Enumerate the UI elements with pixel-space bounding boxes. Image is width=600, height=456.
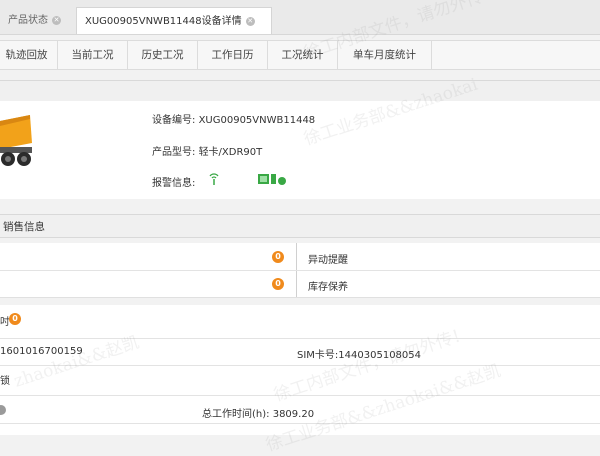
sim-row: SIM卡号:1440305108054	[297, 346, 421, 361]
nav-work-calendar[interactable]: 工作日历	[198, 41, 268, 69]
tab-label: XUG00905VNWB11448设备详情	[85, 16, 242, 27]
nav-track-replay[interactable]: 轨迹回放	[0, 41, 58, 69]
divider	[0, 395, 600, 396]
divider	[0, 270, 600, 271]
nav-current-status[interactable]: 当前工况	[58, 41, 128, 69]
signal-icon[interactable]	[208, 172, 220, 186]
partial-number: 1601016700159	[0, 346, 83, 357]
device-info-panel: 设备编号: XUG00905VNWB11448 产品型号: 轻卡/XDR90T …	[0, 101, 600, 199]
tab-product-status[interactable]: 产品状态 ✕	[0, 7, 72, 34]
sim-label: SIM卡号:	[297, 350, 339, 361]
inventory-maintenance-link[interactable]: 库存保养	[308, 278, 348, 293]
device-id-row: 设备编号: XUG00905VNWB11448	[152, 111, 315, 126]
model-row: 产品型号: 轻卡/XDR90T	[152, 143, 262, 158]
nav-monthly-statistics[interactable]: 单车月度统计	[338, 41, 432, 69]
sales-section-header: 销售信息	[0, 214, 600, 238]
count-badge: 0	[272, 251, 284, 263]
nav-status-statistics[interactable]: 工况统计	[268, 41, 338, 69]
alarm-label: 报警信息:	[152, 178, 196, 189]
close-icon[interactable]: ✕	[52, 15, 61, 25]
nav-history-status[interactable]: 历史工况	[128, 41, 198, 69]
model-label: 产品型号:	[152, 147, 196, 158]
count-badge: 0	[272, 278, 284, 290]
abnormal-alert-link[interactable]: 异动提醒	[308, 251, 348, 266]
sales-section-title: 销售信息	[3, 221, 45, 233]
detail-panel: 吋 0 1601016700159 SIM卡号:1440305108054 锁 …	[0, 305, 600, 435]
tab-device-details[interactable]: XUG00905VNWB11448设备详情 ✕	[76, 7, 272, 34]
tab-strip: 产品状态 ✕ XUG00905VNWB11448设备详情 ✕	[0, 0, 600, 35]
sub-navigation: 轨迹回放 当前工况 历史工况 工作日历 工况统计 单车月度统计	[0, 40, 600, 70]
divider	[0, 365, 600, 366]
divider	[0, 338, 600, 339]
gps-device-icon[interactable]	[256, 172, 290, 186]
lock-text: 锁	[0, 376, 10, 387]
work-time-label: 总工作时间(h):	[202, 409, 270, 420]
device-id-value: XUG00905VNWB11448	[198, 115, 316, 126]
device-id-label: 设备编号:	[152, 115, 196, 126]
status-dot-icon	[0, 405, 6, 415]
model-value: 轻卡/XDR90T	[198, 147, 263, 158]
sim-value: 1440305108054	[338, 350, 422, 361]
close-icon[interactable]: ✕	[245, 16, 255, 26]
work-time-value: 3809.20	[272, 409, 315, 420]
tab-label: 产品状态	[8, 15, 48, 26]
truck-image	[0, 115, 32, 166]
alert-list: 0 异动提醒 0 库存保养	[0, 243, 600, 298]
work-time-row: 总工作时间(h): 3809.20	[202, 405, 314, 420]
alarm-row: 报警信息:	[152, 174, 195, 189]
device-section-header	[0, 80, 600, 102]
divider	[0, 423, 600, 424]
count-badge: 0	[9, 313, 21, 325]
